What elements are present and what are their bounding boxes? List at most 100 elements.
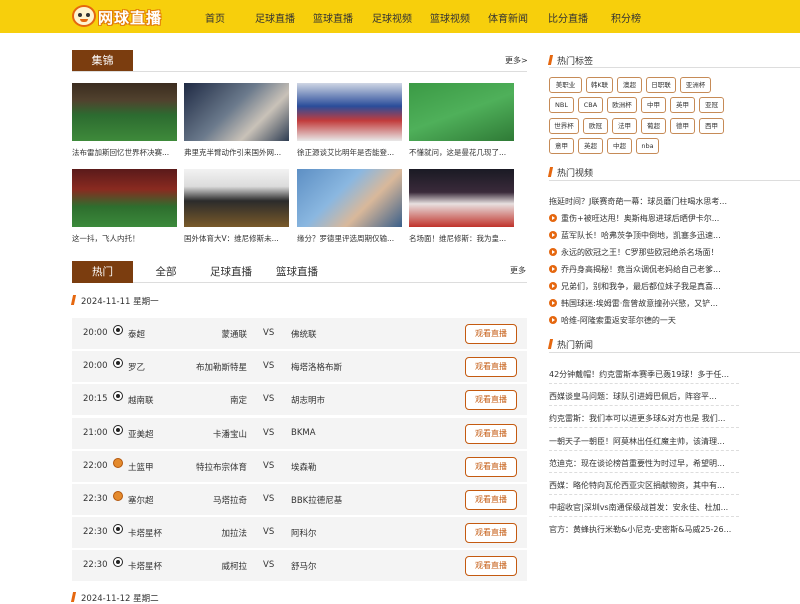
video-link[interactable]: 兄弟们，别和我争，最后都位妹子我是真喜... (549, 281, 739, 292)
schedule-more-link[interactable]: 更多 (510, 265, 526, 276)
watch-live-button[interactable]: 观看直播 (465, 424, 517, 444)
news-link[interactable]: 西媒谈皇马问题：球队引进姆巴佩后，阵容平... (549, 391, 739, 402)
tag-link[interactable]: 欧洲杯 (607, 97, 637, 113)
video-title[interactable]: 哈维-阿隆索重返安菲尔德的一天 (561, 316, 676, 325)
highlight-thumbnail[interactable] (409, 169, 514, 227)
highlight-thumbnail[interactable] (409, 83, 514, 141)
highlight-caption[interactable]: 不懂就问，这是曼花几现了... (409, 147, 517, 158)
vs-label: VS (263, 361, 275, 371)
watch-live-button[interactable]: 观看直播 (465, 457, 517, 477)
tag-link[interactable]: 亚冠 (699, 97, 724, 113)
nav-sports-news[interactable]: 体育新闻 (488, 10, 528, 25)
watch-live-button[interactable]: 观看直播 (465, 490, 517, 510)
tab-basketball-live[interactable]: 篮球直播 (268, 261, 326, 283)
video-link[interactable]: 韩国球迷:埃姆雷·詹曾故意撞孙兴慜，又铲... (549, 298, 739, 309)
match-league[interactable]: 卡塔星杯 (128, 527, 162, 539)
highlight-thumbnail[interactable] (72, 83, 177, 141)
tag-link[interactable]: 世界杯 (549, 118, 579, 134)
highlight-caption[interactable]: 名场面！维尼修斯：我为皇... (409, 233, 517, 244)
watch-live-button[interactable]: 观看直播 (465, 357, 517, 377)
highlight-caption[interactable]: 法布雷加斯回忆世界杯决赛... (72, 147, 180, 158)
match-row: 22:30 卡塔星杯 加拉法 VS 阿科尔 观看直播 (72, 517, 527, 548)
match-league[interactable]: 卡塔星杯 (128, 560, 162, 572)
news-link[interactable]: 约克雷斯：我们本可以进更多球&对方也是 我们... (549, 413, 739, 424)
divider (549, 405, 739, 406)
away-team: 阿科尔 (291, 529, 317, 539)
tag-link[interactable]: 日职联 (646, 77, 676, 93)
tag-link[interactable]: 意甲 (549, 138, 574, 154)
nav-standings[interactable]: 积分榜 (611, 10, 641, 25)
tag-link[interactable]: 葡超 (641, 118, 666, 134)
tab-hot[interactable]: 热门 (72, 261, 133, 283)
video-title[interactable]: 兄弟们，别和我争，最后都位妹子我是真喜... (561, 282, 721, 291)
watch-live-button[interactable]: 观看直播 (465, 556, 517, 576)
match-league[interactable]: 塞尔超 (128, 494, 154, 506)
highlight-caption[interactable]: 缘分？罗德里评选周期仅输... (297, 233, 405, 244)
highlight-thumbnail[interactable] (297, 169, 402, 227)
video-title[interactable]: 永远的欧冠之王！C罗那些欧冠绝杀名场面！ (561, 248, 719, 257)
news-link[interactable]: 西媒：略伦特向瓦伦西亚灾区捐献物资，其中有... (549, 480, 739, 491)
video-title[interactable]: 拖延时间？J联赛奇葩一幕：球员蘑门柱喝水思考... (549, 197, 727, 206)
video-title[interactable]: 韩国球迷:埃姆雷·詹曾故意撞孙兴慜，又铲... (561, 299, 718, 308)
watch-live-button[interactable]: 观看直播 (465, 324, 517, 344)
nav-basketball-video[interactable]: 篮球视频 (430, 10, 470, 25)
news-link[interactable]: 范迪克：现在谈论榜首重要性为时过早，希望明... (549, 458, 739, 469)
tag-link[interactable]: 德甲 (670, 118, 695, 134)
tag-link[interactable]: 澳超 (617, 77, 642, 93)
tag-link[interactable]: 西甲 (699, 118, 724, 134)
video-link[interactable]: 乔丹身高揭秘！竟当众调侃老妈给自己老爹... (549, 264, 739, 275)
video-link[interactable]: 蓝军队长！哈弗茨争顶中倒地，凯塞多迅速... (549, 230, 739, 241)
nav-home[interactable]: 首页 (205, 10, 225, 25)
nav-live-score[interactable]: 比分直播 (548, 10, 588, 25)
tag-link[interactable]: 中甲 (641, 97, 666, 113)
divider (549, 516, 739, 517)
site-logo[interactable]: 网球直播 (72, 4, 162, 28)
video-title[interactable]: 蓝军队长！哈弗茨争顶中倒地，凯塞多迅速... (561, 231, 721, 240)
tag-link[interactable]: 欧冠 (583, 118, 608, 134)
highlight-thumbnail[interactable] (297, 83, 402, 141)
tab-football-live[interactable]: 足球直播 (202, 261, 260, 283)
football-icon (113, 425, 123, 435)
tag-link[interactable]: 中超 (607, 138, 632, 154)
tag-link[interactable]: 美职业 (549, 77, 582, 93)
match-league[interactable]: 越南联 (128, 394, 154, 406)
highlight-thumbnail[interactable] (72, 169, 177, 227)
watch-live-button[interactable]: 观看直播 (465, 523, 517, 543)
video-link[interactable]: 永远的欧冠之王！C罗那些欧冠绝杀名场面！ (549, 247, 739, 258)
match-league[interactable]: 土篮甲 (128, 461, 154, 473)
highlight-caption[interactable]: 徐正源谈艾比明年是否能登... (297, 147, 405, 158)
video-title[interactable]: 乔丹身高揭秘！竟当众调侃老妈给自己老爹... (561, 265, 721, 274)
tag-link[interactable]: nba (636, 138, 659, 154)
news-link[interactable]: 官方：黄蜂执行米勒&小尼克-史密斯&马威25-26... (549, 524, 739, 535)
nav-football-video[interactable]: 足球视频 (372, 10, 412, 25)
top-bar: 网球直播 首页 足球直播 篮球直播 足球视频 篮球视频 体育新闻 比分直播 积分… (0, 0, 800, 33)
tag-link[interactable]: 英超 (578, 138, 603, 154)
highlight-thumbnail[interactable] (184, 169, 289, 227)
tag-link[interactable]: CBA (578, 97, 603, 113)
highlight-thumbnail[interactable] (184, 83, 289, 141)
news-link[interactable]: 中超收官|深圳vs南通保级战首发：安永佳、杜加... (549, 502, 739, 513)
video-link[interactable]: 拖延时间？J联赛奇葩一幕：球员蘑门柱喝水思考... (549, 196, 739, 207)
news-link[interactable]: 一朝天子一朝臣！阿莫林出任红魔主帅，该清理... (549, 436, 739, 447)
video-link[interactable]: 哈维-阿隆索重返安菲尔德的一天 (549, 315, 739, 326)
video-link[interactable]: 重伤+被旺达甩！奥斯梅恩进球后晒伊卡尔... (549, 213, 739, 224)
highlights-more-link[interactable]: 更多> (505, 55, 528, 66)
tag-link[interactable]: 韩K联 (586, 77, 613, 93)
highlight-caption[interactable]: 弗里克半臂动作引来国外网... (184, 147, 292, 158)
tag-link[interactable]: 法甲 (612, 118, 637, 134)
tab-all[interactable]: 全部 (148, 261, 184, 283)
highlight-caption[interactable]: 这一抖，飞人内托！ (72, 233, 180, 244)
news-link[interactable]: 42分钟戴帽！约克雷斯本赛季已轰19球！多于任... (549, 369, 739, 380)
watch-live-button[interactable]: 观看直播 (465, 390, 517, 410)
tag-link[interactable]: 亚洲杯 (680, 77, 711, 93)
nav-basketball-live[interactable]: 篮球直播 (313, 10, 353, 25)
highlight-caption[interactable]: 国外体育大V：维尼修斯未... (184, 233, 292, 244)
tag-link[interactable]: NBL (549, 97, 574, 113)
nav-football-live[interactable]: 足球直播 (255, 10, 295, 25)
tag-link[interactable]: 英甲 (670, 97, 695, 113)
video-title[interactable]: 重伤+被旺达甩！奥斯梅恩进球后晒伊卡尔... (561, 214, 719, 223)
match-league[interactable]: 亚美超 (128, 428, 154, 440)
match-league[interactable]: 泰超 (128, 328, 145, 340)
match-league[interactable]: 罗乙 (128, 361, 145, 373)
play-icon (549, 299, 557, 307)
